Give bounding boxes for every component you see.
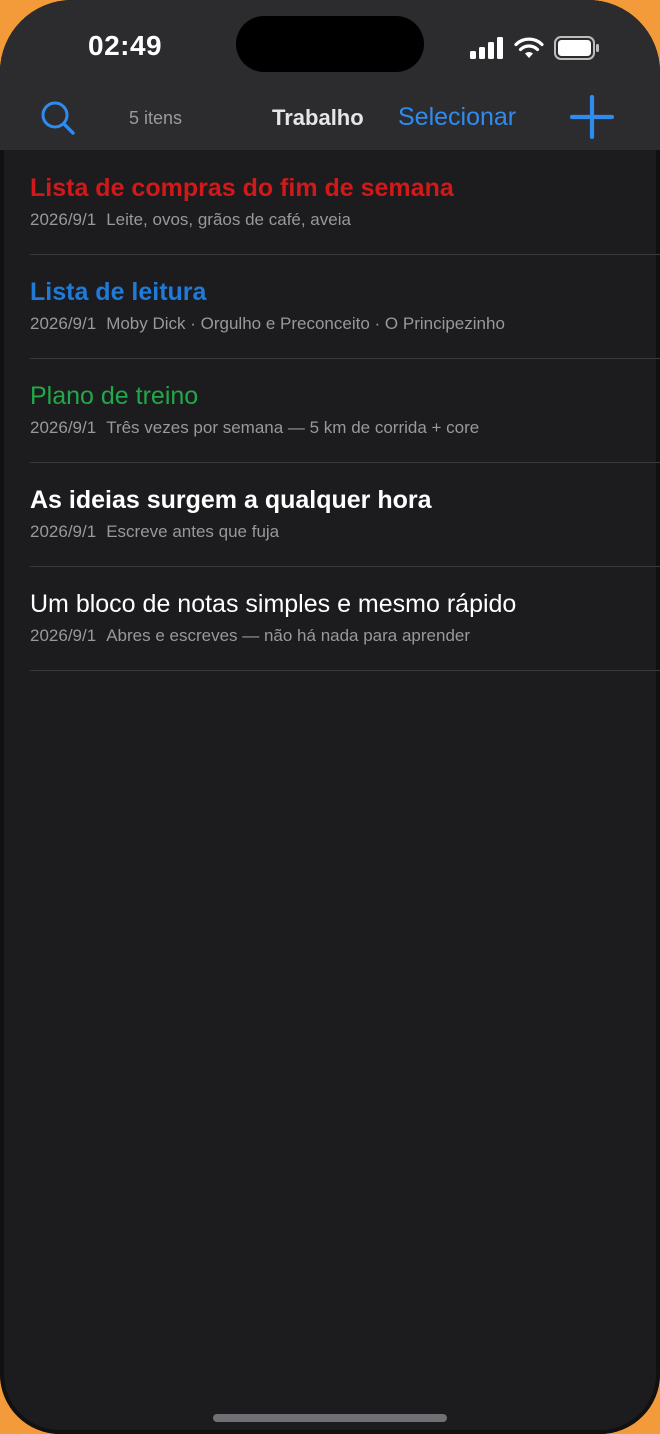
status-time: 02:49: [88, 30, 163, 61]
search-button[interactable]: [38, 98, 78, 138]
header-area: 02:49 5 itens Trabalho Selecionar: [0, 0, 660, 150]
page-title: Trabalho: [272, 105, 364, 130]
search-icon: [41, 101, 75, 135]
note-meta: 2026/9/1 Moby Dick · Orgulho e Preconceit…: [30, 314, 505, 334]
note-date: 2026/9/1: [30, 522, 97, 541]
note-title: Plano de treino: [30, 382, 199, 410]
home-indicator[interactable]: [213, 1414, 447, 1422]
note-preview: Leite, ovos, grãos de café, aveia: [106, 210, 351, 229]
note-row[interactable]: Um bloco de notas simples e mesmo rápido…: [30, 567, 660, 671]
cellular-signal-icon: [470, 37, 503, 59]
note-preview: Moby Dick · Orgulho e Preconceito · O Pr…: [106, 314, 505, 333]
note-title: Lista de compras do fim de semana: [30, 174, 454, 202]
note-title: As ideias surgem a qualquer hora: [30, 486, 432, 514]
wifi-icon: [514, 37, 544, 58]
dynamic-island: [236, 16, 424, 72]
notes-list: Lista de compras do fim de semana 2026/9…: [0, 151, 660, 671]
note-date: 2026/9/1: [30, 210, 97, 229]
note-preview: Escreve antes que fuja: [106, 522, 280, 541]
note-meta: 2026/9/1 Abres e escreves — não há nada p…: [30, 626, 470, 646]
note-date: 2026/9/1: [30, 626, 97, 645]
battery-icon: [554, 36, 599, 60]
navigation-bar: 5 itens Trabalho Selecionar: [0, 88, 660, 150]
note-date: 2026/9/1: [30, 418, 97, 437]
item-count-label: 5 itens: [129, 108, 183, 128]
note-date: 2026/9/1: [30, 314, 97, 333]
select-button[interactable]: Selecionar: [398, 103, 516, 132]
add-note-button[interactable]: [569, 94, 615, 140]
note-title: Um bloco de notas simples e mesmo rápido: [30, 590, 517, 618]
plus-icon: [569, 94, 615, 140]
note-row[interactable]: As ideias surgem a qualquer hora 2026/9/…: [30, 463, 660, 567]
note-meta: 2026/9/1 Leite, ovos, grãos de café, avei…: [30, 210, 351, 230]
note-meta: 2026/9/1 Escreve antes que fuja: [30, 522, 279, 542]
note-row[interactable]: Plano de treino 2026/9/1 Três vezes por s…: [30, 359, 660, 463]
note-preview: Abres e escreves — não há nada para apre…: [106, 626, 471, 645]
note-row[interactable]: Lista de leitura 2026/9/1 Moby Dick · Org…: [30, 255, 660, 359]
note-preview: Três vezes por semana — 5 km de corrida …: [106, 418, 480, 437]
note-meta: 2026/9/1 Três vezes por semana — 5 km de …: [30, 418, 479, 438]
note-title: Lista de leitura: [30, 278, 207, 306]
note-row[interactable]: Lista de compras do fim de semana 2026/9…: [30, 151, 660, 255]
phone-screen: 02:49 5 itens Trabalho Selecionar Lista …: [0, 0, 660, 1434]
status-icons: [470, 34, 600, 62]
